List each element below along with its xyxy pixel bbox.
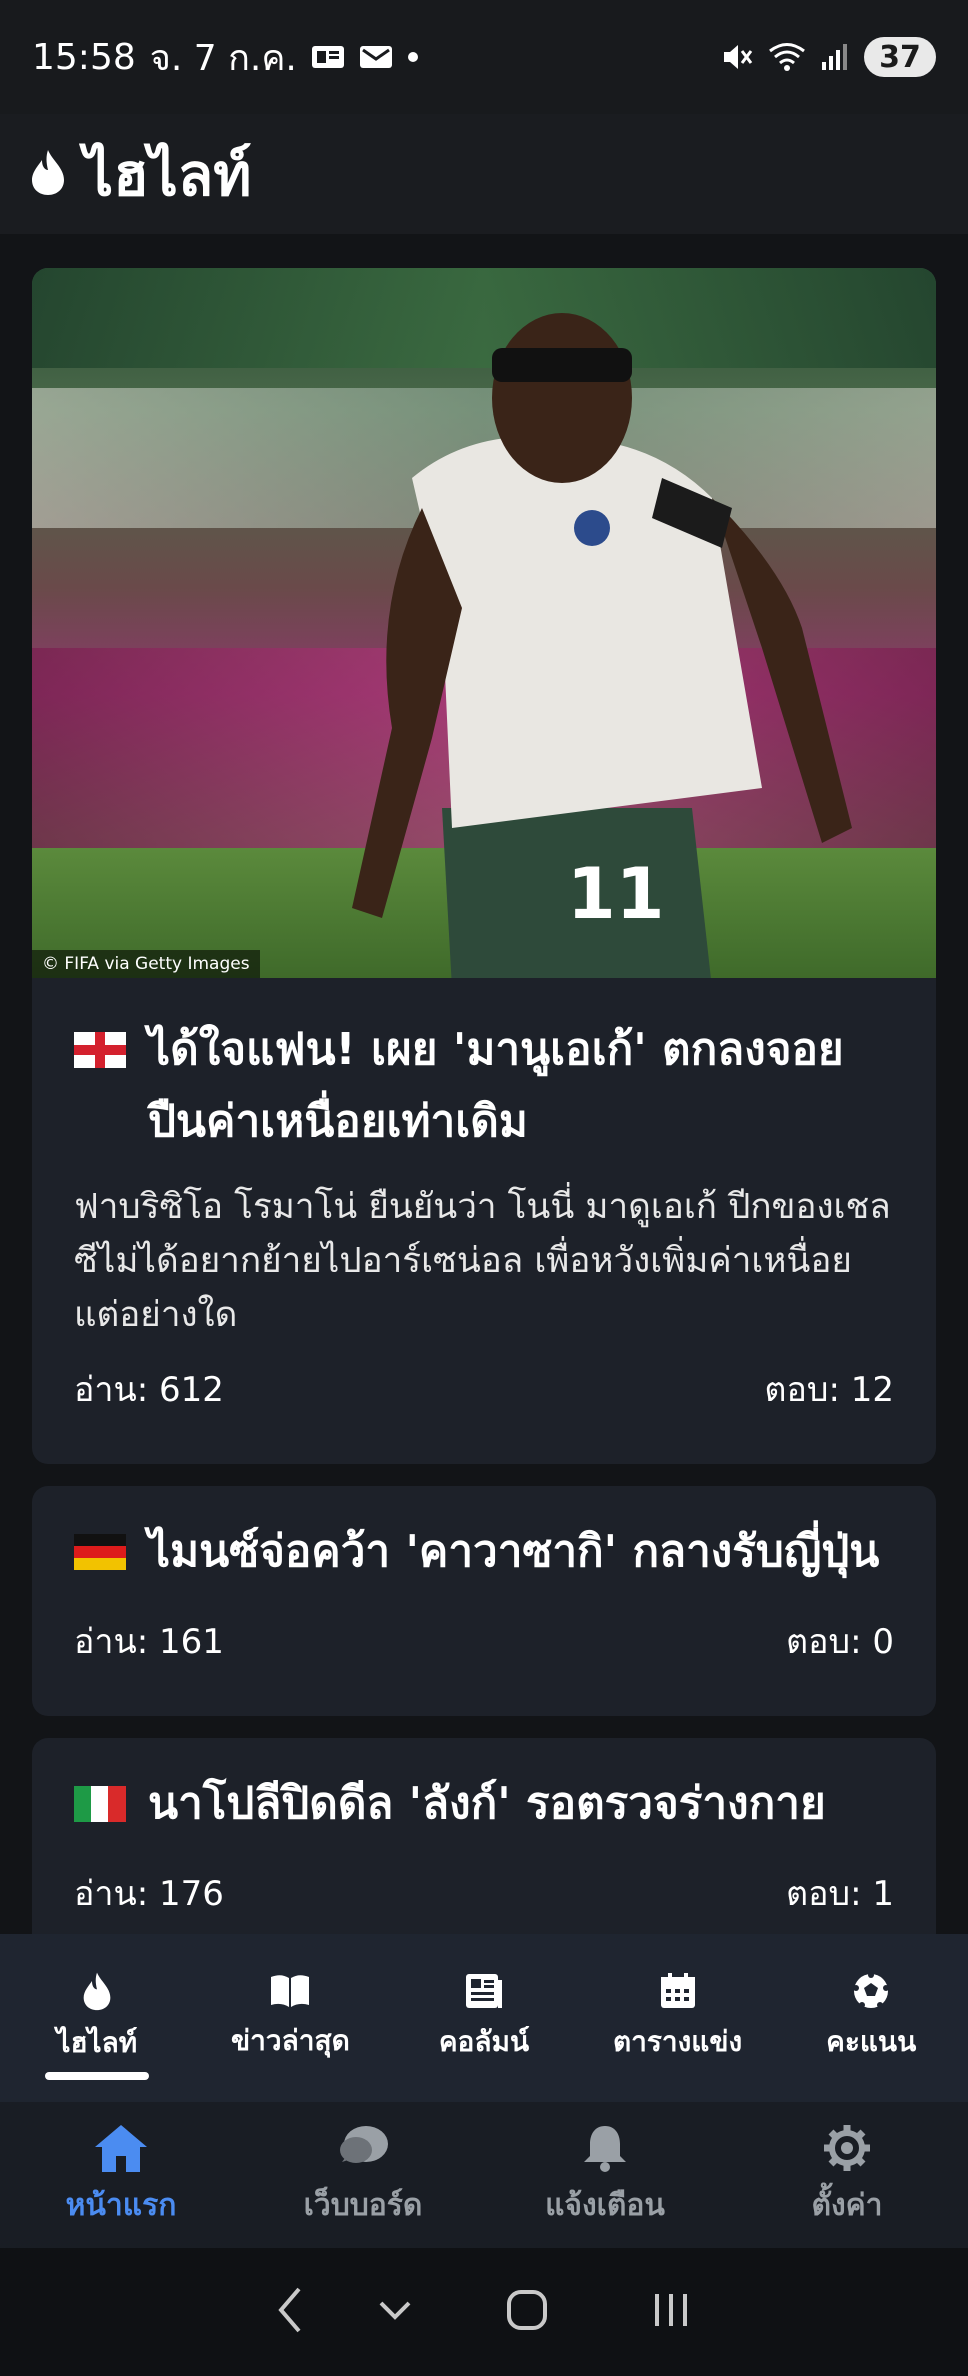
article-meta: อ่าน: 612 ตอบ: 12 bbox=[74, 1362, 894, 1416]
status-bar: 15:58 จ. 7 ก.ค. 37 bbox=[0, 0, 968, 114]
nav-label: หน้าแรก bbox=[65, 2187, 177, 2223]
tab-highlights[interactable]: ไฮไลท์ bbox=[0, 1934, 194, 2102]
article-headline-text: ได้ใจแฟน! เผย 'มานูเอเก้' ตกลงจอยปืนค่าเ… bbox=[148, 1024, 844, 1147]
player-photo: 11 bbox=[352, 313, 852, 978]
chevron-down-icon[interactable] bbox=[375, 2295, 415, 2329]
tab-label: ตารางแข่ง bbox=[612, 2025, 743, 2058]
bell-icon bbox=[584, 2125, 626, 2172]
dot-icon bbox=[407, 51, 419, 63]
home-button-icon[interactable] bbox=[505, 2288, 549, 2336]
fire-icon bbox=[83, 1972, 111, 2011]
article-headline[interactable]: ได้ใจแฟน! เผย 'มานูเอเก้' ตกลงจอยปืนค่าเ… bbox=[74, 1014, 894, 1158]
tab-label: คะแนน bbox=[826, 2025, 917, 2058]
tab-label: คอลัมน์ bbox=[438, 2025, 530, 2058]
tab-schedule[interactable]: ตารางแข่ง bbox=[581, 1934, 775, 2102]
home-icon bbox=[95, 2124, 147, 2172]
soccer-ball-icon bbox=[853, 1972, 890, 2008]
app-header: ไฮไลท์ bbox=[0, 114, 968, 234]
mail-icon bbox=[359, 43, 393, 71]
article-headline[interactable]: นาโปลีปิดดีล 'ลังก์' รอตรวจร่างกาย bbox=[74, 1768, 894, 1840]
article-summary: ฟาบริซิโอ โรมาโน่ ยืนยันว่า โนนี่ มาดูเอ… bbox=[74, 1187, 891, 1335]
reply-count: ตอบ: 1 bbox=[786, 1874, 894, 1914]
read-count: อ่าน: 161 bbox=[74, 1622, 224, 1662]
newspaper-icon bbox=[465, 1974, 502, 2008]
article-headline-text: นาโปลีปิดดีล 'ลังก์' รอตรวจร่างกาย bbox=[148, 1778, 826, 1829]
fire-icon bbox=[30, 148, 66, 200]
article-card[interactable]: ไมนซ์จ่อคว้า 'คาวาซากิ' กลางรับญี่ปุ่น อ… bbox=[32, 1486, 936, 1716]
svg-text:11: 11 bbox=[567, 853, 664, 935]
nav-notifications[interactable]: แจ้งเตือน bbox=[484, 2102, 726, 2248]
tab-columns[interactable]: คอลัมน์ bbox=[387, 1934, 581, 2102]
article-image: 11 © FIFA via Getty Images bbox=[32, 268, 936, 978]
nav-settings[interactable]: ตั้งค่า bbox=[726, 2102, 968, 2248]
article-meta: อ่าน: 161 ตอบ: 0 bbox=[74, 1614, 894, 1668]
article-meta: อ่าน: 176 ตอบ: 1 bbox=[74, 1866, 894, 1920]
nav-label: เว็บบอร์ด bbox=[303, 2187, 423, 2223]
calendar-icon bbox=[660, 1973, 695, 2008]
tab-latest-news[interactable]: ข่าวล่าสุด bbox=[194, 1934, 388, 2102]
tab-scores[interactable]: คะแนน bbox=[774, 1934, 968, 2102]
read-count: อ่าน: 176 bbox=[74, 1874, 224, 1914]
mute-icon bbox=[720, 40, 754, 74]
gear-icon bbox=[824, 2124, 870, 2171]
news-feed[interactable]: 11 © FIFA via Getty Images ได้ใจแฟน! เผย… bbox=[0, 234, 968, 1934]
book-icon bbox=[271, 1975, 310, 2007]
status-time: 15:58 bbox=[32, 36, 136, 78]
bottom-navigation: หน้าแรก เว็บบอร์ด แจ้งเตือน ตั้งค่า bbox=[0, 2102, 968, 2248]
article-headline-text: ไมนซ์จ่อคว้า 'คาวาซากิ' กลางรับญี่ปุ่น bbox=[148, 1526, 880, 1577]
article-headline[interactable]: ไมนซ์จ่อคว้า 'คาวาซากิ' กลางรับญี่ปุ่น bbox=[74, 1516, 894, 1588]
nav-webboard[interactable]: เว็บบอร์ด bbox=[242, 2102, 484, 2248]
article-card[interactable]: นาโปลีปิดดีล 'ลังก์' รอตรวจร่างกาย อ่าน:… bbox=[32, 1738, 936, 1934]
signal-icon bbox=[820, 42, 850, 72]
germany-flag-icon bbox=[74, 1534, 126, 1570]
tab-label: ข่าวล่าสุด bbox=[231, 2024, 350, 2057]
page-title: ไฮไลท์ bbox=[84, 140, 252, 209]
active-tab-indicator bbox=[44, 2072, 149, 2080]
read-count: อ่าน: 612 bbox=[74, 1370, 224, 1410]
tab-label: ไฮไลท์ bbox=[56, 2026, 138, 2059]
wifi-icon bbox=[768, 41, 806, 73]
article-card-featured[interactable]: 11 © FIFA via Getty Images ได้ใจแฟน! เผย… bbox=[32, 268, 936, 1464]
nav-label: ตั้งค่า bbox=[811, 2187, 883, 2223]
notification-icon bbox=[311, 43, 345, 71]
chat-icon bbox=[340, 2125, 388, 2163]
recent-apps-icon[interactable] bbox=[649, 2288, 693, 2336]
nav-home[interactable]: หน้าแรก bbox=[0, 2102, 242, 2248]
image-credit: © FIFA via Getty Images bbox=[32, 950, 260, 978]
back-icon[interactable] bbox=[275, 2285, 305, 2339]
category-tabs: ไฮไลท์ ข่าวล่าสุด คอลัมน์ ตารางแข่ง คะแน… bbox=[0, 1934, 968, 2102]
reply-count: ตอบ: 0 bbox=[786, 1622, 894, 1662]
battery-indicator: 37 bbox=[864, 37, 936, 77]
nav-label: แจ้งเตือน bbox=[545, 2187, 665, 2223]
italy-flag-icon bbox=[74, 1786, 126, 1822]
status-date: จ. 7 ก.ค. bbox=[149, 37, 297, 79]
england-flag-icon bbox=[74, 1032, 126, 1068]
reply-count: ตอบ: 12 bbox=[764, 1370, 894, 1410]
system-navigation-bar bbox=[0, 2248, 968, 2376]
